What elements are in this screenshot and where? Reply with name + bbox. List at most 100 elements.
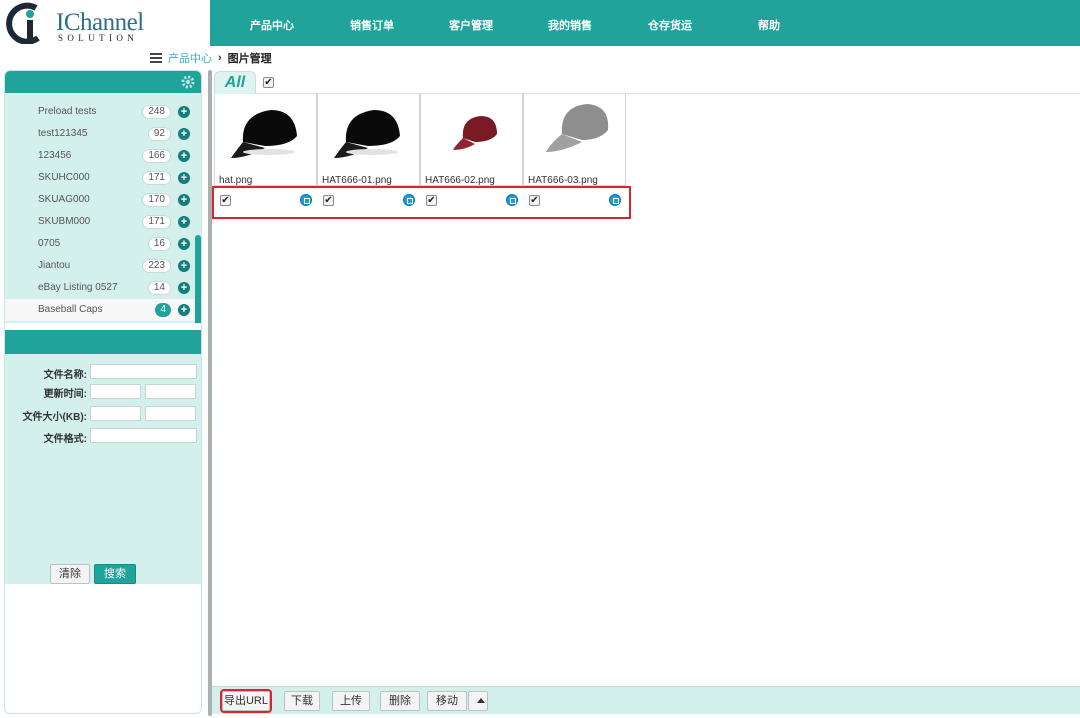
nav-sales-orders[interactable]: 销售订单: [350, 17, 394, 33]
format-input[interactable]: [90, 428, 197, 443]
add-icon[interactable]: +: [178, 172, 190, 184]
filesize-min-input[interactable]: [90, 406, 141, 421]
update-time-to-input[interactable]: [145, 384, 196, 399]
album-item-count: 223: [142, 259, 171, 273]
album-item[interactable]: Preload tests 248 +: [5, 101, 195, 123]
baseball-cap-thumbnail: [546, 104, 609, 152]
nav-my-sales[interactable]: 我的销售: [548, 17, 592, 33]
baseball-cap-thumbnail: [231, 110, 297, 158]
filename-label: 文件名称:: [43, 370, 87, 381]
image-card[interactable]: HAT666-01.png: [317, 94, 420, 186]
image-filename: HAT666-03.png: [528, 175, 598, 186]
content-divider: [208, 70, 212, 716]
album-item-label: 123456: [38, 150, 72, 161]
add-icon[interactable]: +: [178, 194, 190, 206]
album-item[interactable]: SKUBM000 171 +: [5, 211, 195, 233]
album-item[interactable]: SKUAG000 170 +: [5, 189, 195, 211]
move-button[interactable]: 移动: [427, 691, 467, 711]
add-icon[interactable]: +: [178, 150, 190, 162]
add-icon[interactable]: +: [178, 282, 190, 294]
filesize-label: 文件大小(KB):: [22, 412, 87, 423]
album-list-scrollbar[interactable]: [195, 235, 201, 323]
caret-up-icon: [477, 698, 485, 703]
sidebar-header: [5, 71, 201, 93]
tab-bar: All ✔: [214, 70, 1080, 94]
album-item-label: SKUAG000: [38, 194, 90, 205]
album-item[interactable]: SKUHC000 171 +: [5, 167, 195, 189]
album-item[interactable]: 0705 16 +: [5, 233, 195, 255]
add-icon[interactable]: +: [178, 238, 190, 250]
format-label: 文件格式:: [43, 434, 87, 445]
album-item-count: 171: [142, 171, 171, 185]
nav-help[interactable]: 帮助: [758, 17, 780, 33]
tab-all[interactable]: All: [214, 71, 256, 94]
move-dropdown-button[interactable]: [468, 691, 488, 711]
album-item[interactable]: test121345 92 +: [5, 123, 195, 145]
album-item-active[interactable]: Baseball Caps 4 +: [5, 299, 195, 321]
menu-icon[interactable]: [150, 51, 162, 65]
album-item[interactable]: Jiantou 223 +: [5, 255, 195, 277]
filesize-max-input[interactable]: [145, 406, 196, 421]
export-url-button[interactable]: 导出URL: [220, 689, 272, 713]
album-item[interactable]: 123456 166 +: [5, 145, 195, 167]
album-item-label: 0705: [38, 238, 61, 249]
breadcrumb-parent-link[interactable]: 产品中心: [168, 50, 212, 66]
gear-icon[interactable]: [181, 75, 195, 89]
add-icon[interactable]: +: [178, 260, 190, 272]
album-item-label: test121345: [38, 128, 88, 139]
filter-panel: 文件名称: 更新时间: 文件大小(KB): 文件格式: 清除 搜索: [5, 354, 201, 584]
image-filename: hat.png: [219, 175, 253, 186]
album-item-count: 4: [155, 303, 171, 317]
album-item-label: Baseball Caps: [38, 304, 103, 315]
image-filename: HAT666-02.png: [425, 175, 495, 186]
selection-highlight-box: [212, 186, 631, 219]
breadcrumb: 产品中心 › 图片管理: [150, 50, 272, 66]
album-item[interactable]: eBay Listing 0527 14 +: [5, 277, 195, 299]
album-item-count: 166: [142, 149, 171, 163]
nav-warehouse-shipping[interactable]: 仓存货运: [648, 17, 692, 33]
select-all-checkbox[interactable]: ✔: [263, 77, 274, 88]
album-item-label: Jiantou: [38, 260, 71, 271]
top-nav-bar: 产品中心 销售订单 客户管理 我的销售 仓存货运 帮助: [210, 0, 1080, 46]
album-item-label: SKUHC000: [38, 172, 90, 183]
add-icon[interactable]: +: [178, 128, 190, 140]
album-list: Preload tests 248 + test121345 92 + 1234…: [5, 93, 201, 323]
breadcrumb-current: 图片管理: [227, 53, 272, 65]
add-icon[interactable]: +: [178, 304, 190, 316]
album-item-count: 92: [147, 127, 171, 141]
filter-header: [5, 330, 201, 354]
album-item-label: Preload tests: [38, 106, 97, 117]
image-filename: HAT666-01.png: [322, 175, 392, 186]
filename-input[interactable]: [90, 364, 197, 379]
logo-mark-icon: [6, 2, 40, 44]
album-item-count: 248: [142, 105, 171, 119]
baseball-cap-thumbnail: [334, 110, 400, 158]
update-time-label: 更新时间:: [43, 389, 87, 400]
baseball-cap-thumbnail: [453, 116, 497, 150]
image-card[interactable]: HAT666-02.png: [420, 94, 523, 186]
image-card[interactable]: HAT666-03.png: [523, 94, 626, 186]
logo-subtext: SOLUTION: [58, 33, 139, 43]
sidebar: Preload tests 248 + test121345 92 + 1234…: [4, 70, 202, 714]
download-button[interactable]: 下载: [284, 691, 320, 711]
upload-button[interactable]: 上传: [332, 691, 370, 711]
nav-product-center[interactable]: 产品中心: [250, 17, 294, 33]
logo[interactable]: IChannel SOLUTION: [0, 0, 210, 46]
album-item-count: 14: [147, 281, 171, 295]
image-card[interactable]: hat.png: [214, 94, 317, 186]
delete-button[interactable]: 删除: [380, 691, 420, 711]
album-item-count: 171: [142, 215, 171, 229]
logo-text: IChannel: [56, 9, 144, 36]
album-item-count: 170: [142, 193, 171, 207]
album-item-count: 16: [147, 237, 171, 251]
search-button[interactable]: 搜索: [94, 564, 136, 584]
add-icon[interactable]: +: [178, 106, 190, 118]
clear-button[interactable]: 清除: [50, 564, 90, 584]
album-item-label: SKUBM000: [38, 216, 91, 227]
album-item-label: eBay Listing 0527: [38, 282, 118, 293]
nav-customer-management[interactable]: 客户管理: [449, 17, 493, 33]
add-icon[interactable]: +: [178, 216, 190, 228]
update-time-from-input[interactable]: [90, 384, 141, 399]
breadcrumb-separator-icon: ›: [218, 52, 222, 64]
bottom-toolbar: 导出URL 下载 上传 删除 移动: [212, 686, 1080, 714]
